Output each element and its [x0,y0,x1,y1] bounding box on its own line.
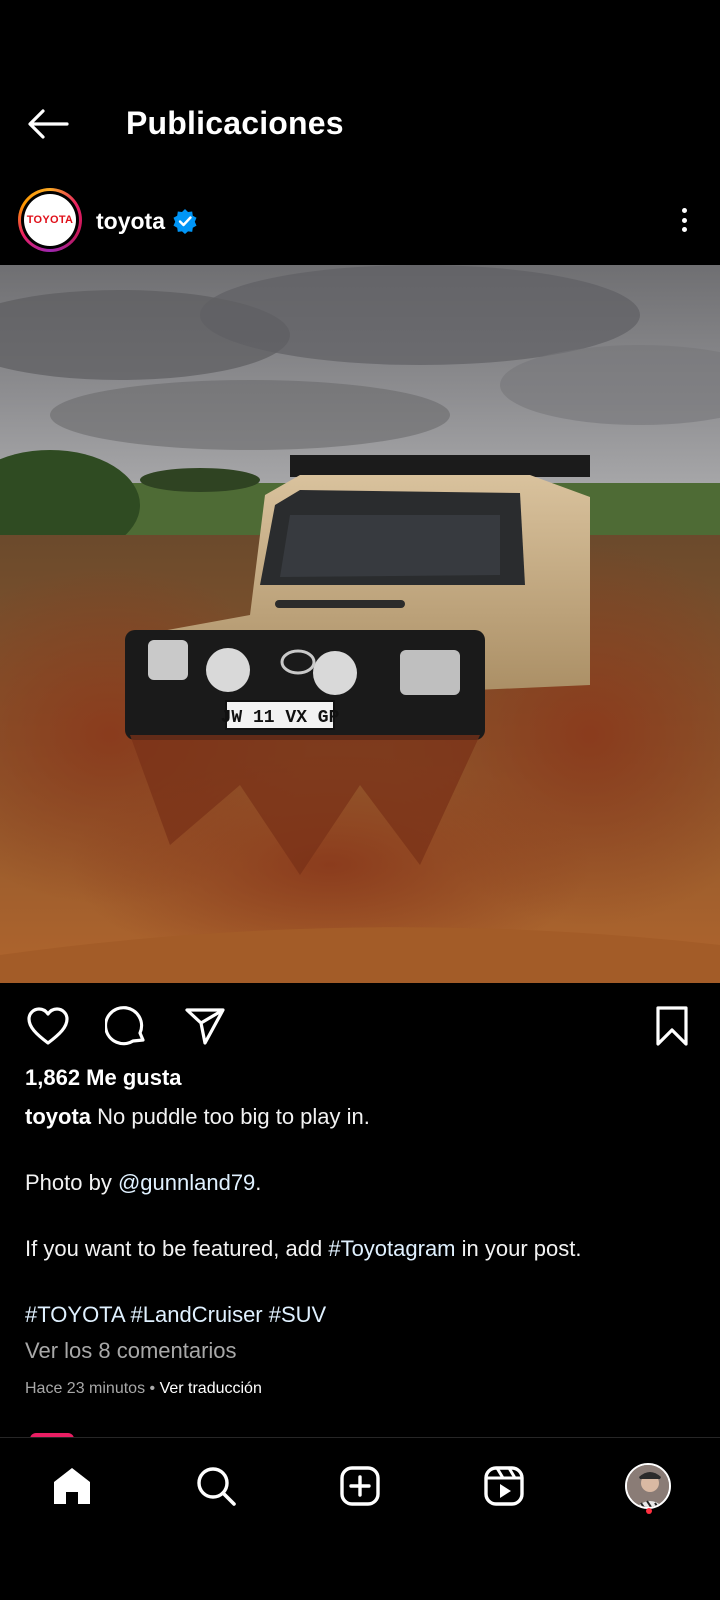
caption-username[interactable]: toyota [25,1104,91,1129]
share-button[interactable] [181,1002,229,1050]
reels-icon [484,1466,524,1506]
share-icon [185,1008,225,1045]
caption-text: No puddle too big to play in. [97,1104,370,1129]
license-plate: JW 11 VX GP [221,708,340,728]
heart-icon [27,1007,69,1045]
caption-text: . [255,1170,262,1195]
translate-link[interactable]: Ver traducción [160,1380,262,1397]
view-comments-link[interactable]: Ver los 8 comentarios [25,1338,237,1364]
nav-profile[interactable] [618,1456,678,1516]
nav-create[interactable] [330,1456,390,1516]
profile-avatar [625,1463,671,1509]
caption-text: If you want to be featured, add [25,1236,329,1261]
notification-dot [646,1508,652,1514]
comment-icon [105,1006,145,1046]
post-caption: toyota No puddle too big to play in. Pho… [25,1100,695,1331]
home-icon [54,1468,90,1504]
caption-text: in your post. [455,1236,582,1261]
create-icon [340,1466,380,1506]
toyota-logo: TOYOTA [24,194,76,246]
top-bar: Publicaciones [0,88,720,160]
comment-button[interactable] [102,1002,150,1050]
dot-icon [681,227,687,232]
back-button[interactable] [24,104,72,144]
post-image[interactable]: JW 11 VX GP [0,265,720,983]
bottom-nav [0,1437,720,1537]
arrow-left-icon [28,109,69,139]
nav-search[interactable] [186,1456,246,1516]
post-header: TOYOTA toyota [0,180,720,260]
more-options-button[interactable] [672,202,696,238]
post-actions [0,998,720,1054]
page-title: Publicaciones [126,105,344,141]
mention-link[interactable]: @gunnland79 [118,1170,255,1195]
save-button[interactable] [648,1002,696,1050]
hashtag-link[interactable]: #Toyotagram [328,1236,455,1261]
search-icon [197,1467,236,1506]
dot-icon [681,217,687,223]
nav-home[interactable] [42,1456,102,1516]
verified-badge-icon [173,209,197,234]
bookmark-icon [656,1006,688,1046]
separator: • [145,1380,160,1397]
like-button[interactable] [24,1002,72,1050]
post-meta: Hace 23 minutos • Ver traducción [25,1380,262,1398]
nav-reels[interactable] [474,1456,534,1516]
avatar-text: TOYOTA [26,214,74,226]
hashtags[interactable]: #TOYOTA #LandCruiser #SUV [25,1298,695,1331]
caption-text: Photo by [25,1170,118,1195]
likes-count[interactable]: 1,862 Me gusta [25,1065,182,1091]
post-time: Hace 23 minutos [25,1380,146,1397]
post-username[interactable]: toyota [96,208,165,235]
story-avatar[interactable]: TOYOTA [18,188,82,252]
dot-icon [681,208,687,213]
